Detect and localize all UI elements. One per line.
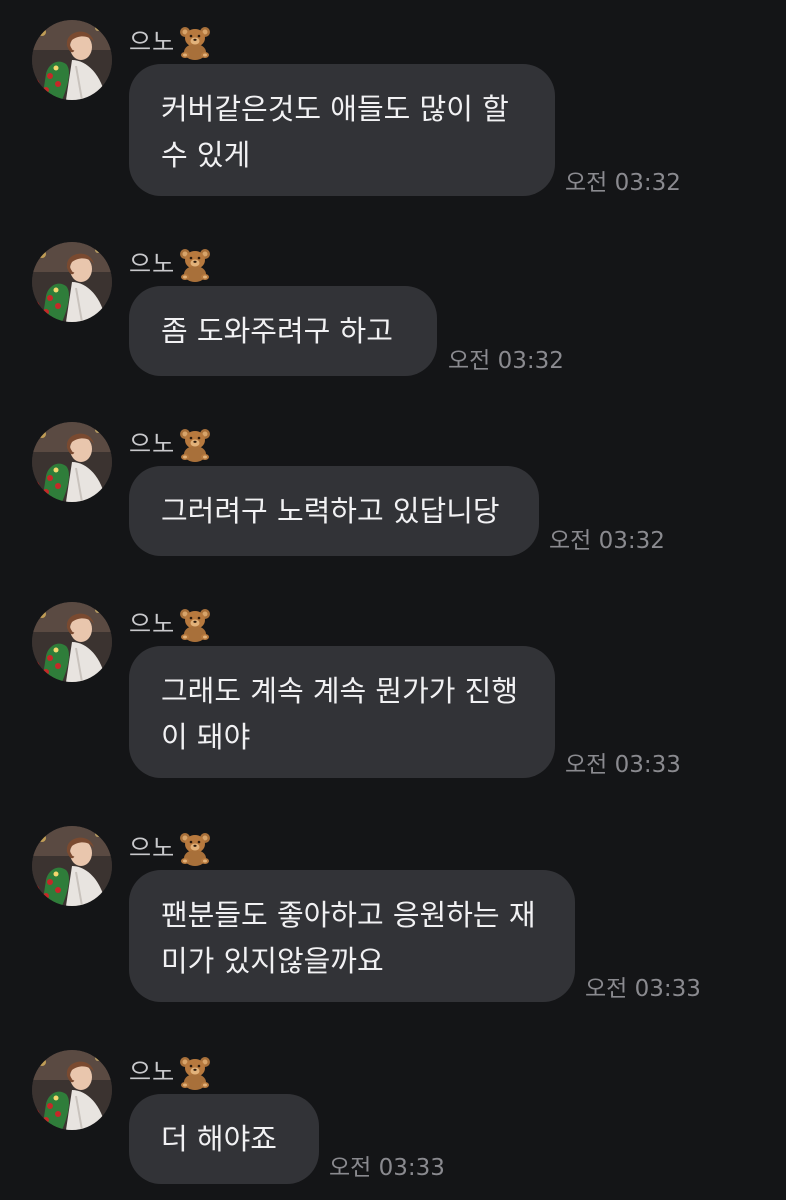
teddy-bear-icon (177, 606, 213, 642)
teddy-bear-icon (177, 24, 213, 60)
message-timestamp: 오전 03:32 (565, 170, 681, 196)
message-bubble[interactable]: 팬분들도 좋아하고 응원하는 재 미가 있지않을까요 (129, 870, 575, 1002)
sender-name: 으노 (129, 604, 213, 644)
sender-name-text: 으노 (129, 610, 176, 638)
sender-name: 으노 (129, 22, 213, 62)
message-bubble[interactable]: 커버같은것도 애들도 많이 할 수 있게 (129, 64, 555, 196)
sender-name: 으노 (129, 1052, 213, 1092)
message-bubble[interactable]: 그러려구 노력하고 있답니당 (129, 466, 539, 556)
teddy-bear-icon (177, 830, 213, 866)
message-timestamp: 오전 03:33 (565, 752, 681, 778)
teddy-bear-icon (177, 1054, 213, 1090)
message-timestamp: 오전 03:33 (329, 1155, 445, 1181)
message-bubble[interactable]: 그래도 계속 계속 뭔가가 진행 이 돼야 (129, 646, 555, 778)
avatar[interactable] (32, 20, 112, 100)
teddy-bear-icon (177, 426, 213, 462)
message-bubble[interactable]: 더 해야죠 (129, 1094, 319, 1184)
sender-name-text: 으노 (129, 430, 176, 458)
avatar[interactable] (32, 242, 112, 322)
sender-name: 으노 (129, 244, 213, 284)
message-bubble[interactable]: 좀 도와주려구 하고 (129, 286, 437, 376)
sender-name-text: 으노 (129, 28, 176, 56)
sender-name: 으노 (129, 828, 213, 868)
message-timestamp: 오전 03:32 (549, 528, 665, 554)
avatar[interactable] (32, 602, 112, 682)
avatar[interactable] (32, 1050, 112, 1130)
sender-name-text: 으노 (129, 834, 176, 862)
avatar[interactable] (32, 826, 112, 906)
message-timestamp: 오전 03:32 (448, 348, 564, 374)
teddy-bear-icon (177, 246, 213, 282)
avatar[interactable] (32, 422, 112, 502)
message-timestamp: 오전 03:33 (585, 976, 701, 1002)
sender-name-text: 으노 (129, 1058, 176, 1086)
sender-name: 으노 (129, 424, 213, 464)
sender-name-text: 으노 (129, 250, 176, 278)
